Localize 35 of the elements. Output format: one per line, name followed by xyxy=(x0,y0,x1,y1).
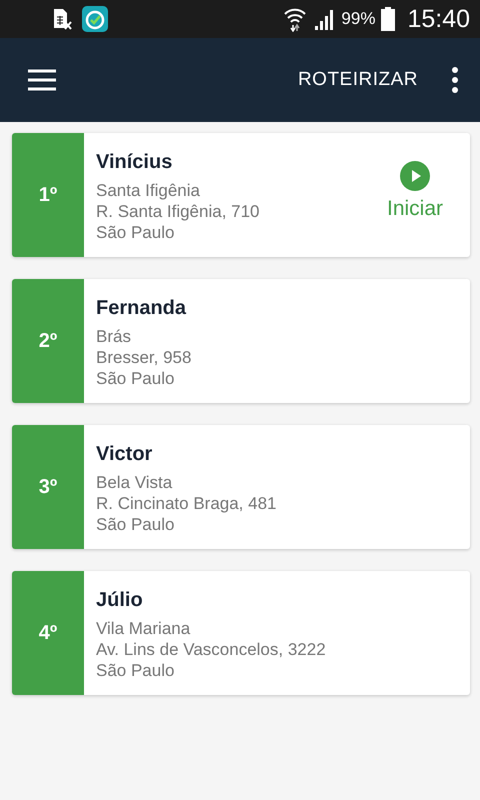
order-badge: 3º xyxy=(12,425,84,549)
customer-name: Fernanda xyxy=(96,297,188,320)
address-text: Bresser, 958 xyxy=(96,347,192,368)
stop-card[interactable]: 3º Victor Bela Vista R. Cincinato Braga, 481 São Paulo xyxy=(12,425,470,549)
address-text: Av. Lins de Vasconcelos, 3222 xyxy=(96,639,327,660)
play-icon[interactable] xyxy=(400,161,430,191)
battery-icon xyxy=(381,7,396,31)
app-clock-icon xyxy=(82,6,108,32)
customer-name: Vinícius xyxy=(96,151,174,174)
order-badge: 4º xyxy=(12,571,84,695)
signal-icon xyxy=(313,8,336,30)
customer-name: Victor xyxy=(96,443,154,466)
more-options-icon[interactable] xyxy=(452,67,458,93)
address-text: R. Cincinato Braga, 481 xyxy=(96,493,278,514)
stop-card[interactable]: 1º Vinícius Santa Ifigênia R. Santa Ifigênia, 710 São Paulo Iniciar xyxy=(12,133,470,257)
city-text: São Paulo xyxy=(96,368,176,389)
district-text: Vila Mariana xyxy=(96,618,192,639)
sim-card-icon xyxy=(52,8,72,30)
address-text: R. Santa Ifigênia, 710 xyxy=(96,201,261,222)
order-badge: 1º xyxy=(12,133,84,257)
city-text: São Paulo xyxy=(96,660,176,681)
city-text: São Paulo xyxy=(96,514,176,535)
route-button[interactable]: ROTEIRIZAR xyxy=(298,69,418,91)
wifi-icon xyxy=(283,6,308,32)
district-text: Santa Ifigênia xyxy=(96,180,201,201)
district-text: Brás xyxy=(96,326,132,347)
customer-name: Júlio xyxy=(96,589,144,612)
stop-card[interactable]: 4º Júlio Vila Mariana Av. Lins de Vasconcelos, 3222 São Paulo xyxy=(12,571,470,695)
city-text: São Paulo xyxy=(96,222,176,243)
district-text: Bela Vista xyxy=(96,472,174,493)
clock-time: 15:40 xyxy=(407,4,470,34)
order-badge: 2º xyxy=(12,279,84,403)
battery-percent: 99% xyxy=(341,9,376,29)
menu-icon[interactable] xyxy=(28,69,56,91)
stop-card[interactable]: 2º Fernanda Brás Bresser, 958 São Paulo xyxy=(12,279,470,403)
